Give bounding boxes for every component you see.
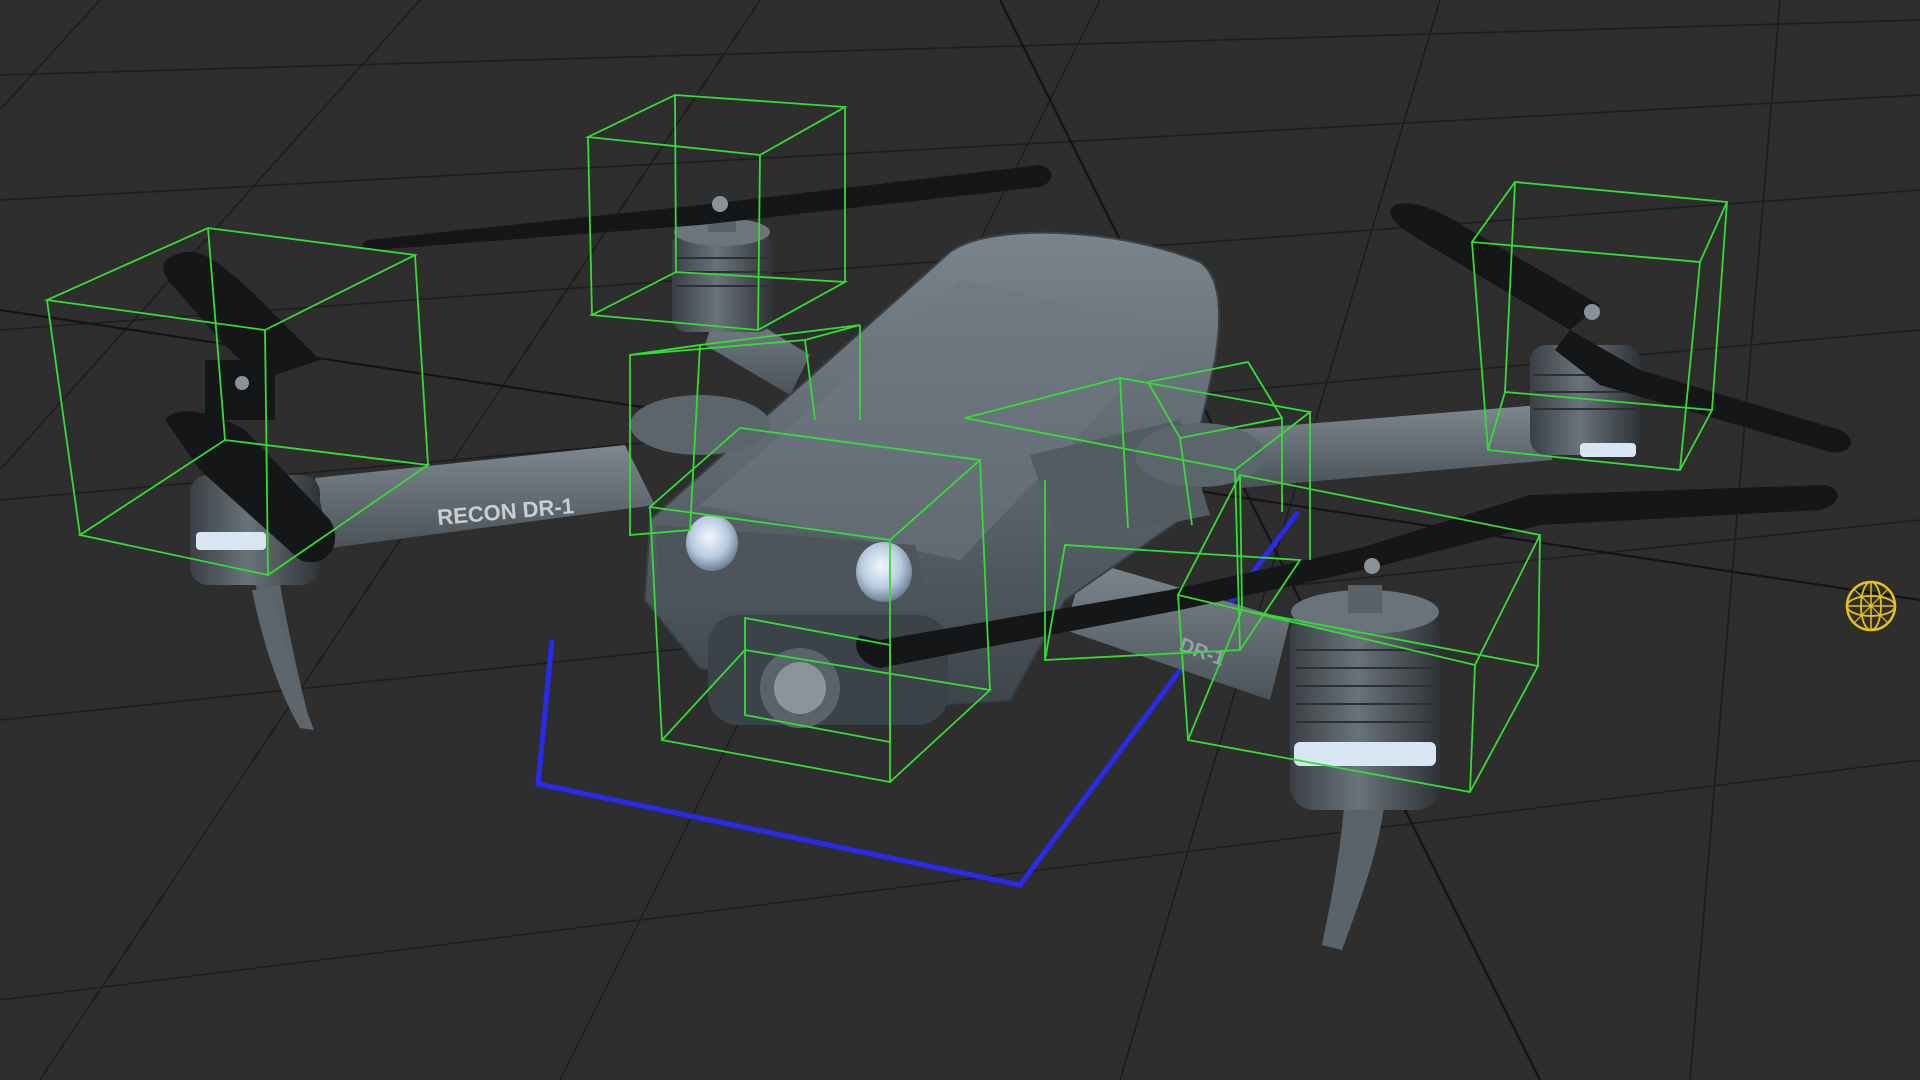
landing-leg-front-right [1322, 795, 1385, 950]
front-sensor-right [856, 542, 912, 602]
front-sensor-left [686, 515, 738, 571]
point-light-icon[interactable] [1845, 580, 1897, 632]
led-front-right [1294, 742, 1436, 766]
body-side-pod-left [630, 395, 770, 455]
led-left [196, 532, 266, 550]
motor-rear-left [672, 210, 772, 332]
gimbal-camera [708, 615, 948, 728]
scene-canvas[interactable]: RECON DR-1 DR-1 [0, 0, 1920, 1080]
viewport-3d[interactable]: RECON DR-1 DR-1 [0, 0, 1920, 1080]
led-rear-right [1580, 443, 1636, 457]
arm-rear-right [1230, 405, 1552, 488]
arm-left [315, 445, 655, 548]
motor-front-right [1290, 585, 1440, 810]
